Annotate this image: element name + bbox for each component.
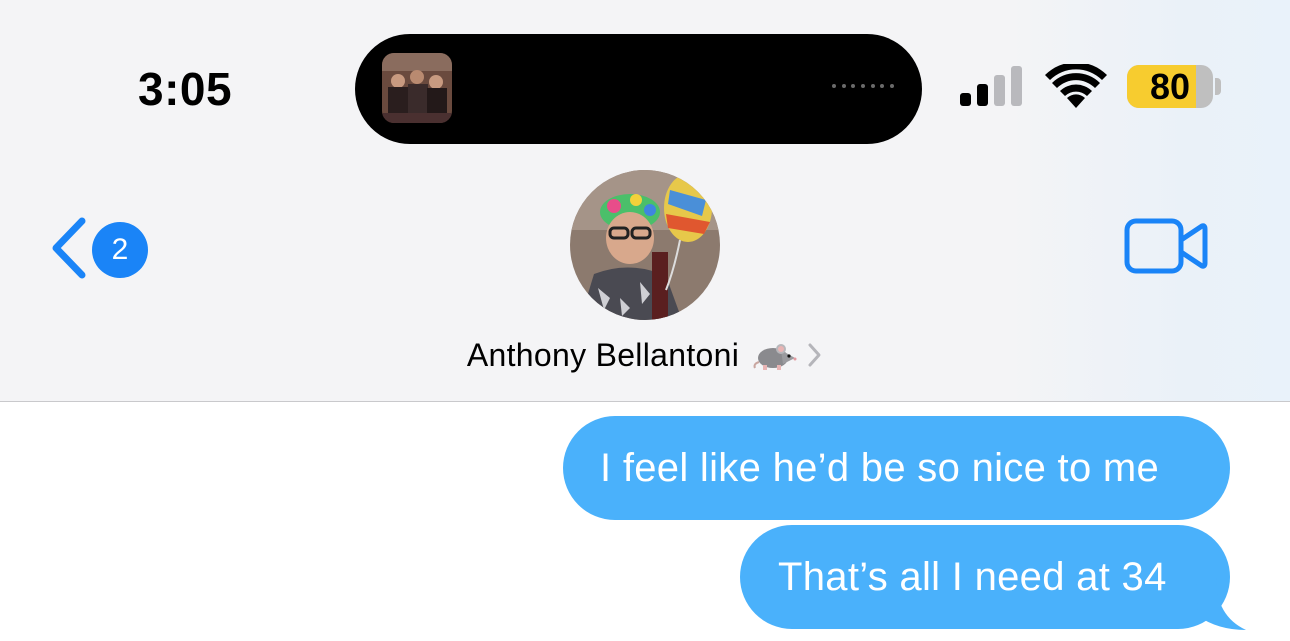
wifi-icon [1045, 62, 1107, 108]
video-call-button[interactable] [1124, 218, 1208, 274]
dynamic-island[interactable] [355, 34, 922, 144]
contact-avatar[interactable] [570, 170, 720, 320]
unread-count-badge: 2 [92, 222, 148, 278]
conversation-header: 3:05 80 2 Anthony Bellantoni [0, 0, 1290, 402]
message-bubble-sent[interactable]: I feel like he’d be so nice to me [563, 416, 1230, 520]
back-button[interactable]: 2 [44, 213, 154, 283]
video-camera-icon [1124, 218, 1208, 274]
battery-percent: 80 [1149, 66, 1191, 107]
status-time: 3:05 [138, 63, 233, 115]
cellular-signal-icon [958, 66, 1026, 108]
bubble-tail [1196, 578, 1246, 630]
rat-emoji-icon [751, 338, 797, 372]
chevron-right-icon [807, 341, 823, 369]
contact-name: Anthony Bellantoni [466, 336, 740, 373]
album-art-thumbnail[interactable] [382, 53, 452, 123]
battery-terminal [1215, 78, 1221, 95]
contact-name-row[interactable]: Anthony Bellantoni [400, 330, 890, 380]
message-bubble-sent[interactable]: That’s all I need at 34 [740, 525, 1230, 629]
activity-indicator-dots [832, 84, 894, 90]
battery-icon: 80 [1127, 65, 1213, 108]
